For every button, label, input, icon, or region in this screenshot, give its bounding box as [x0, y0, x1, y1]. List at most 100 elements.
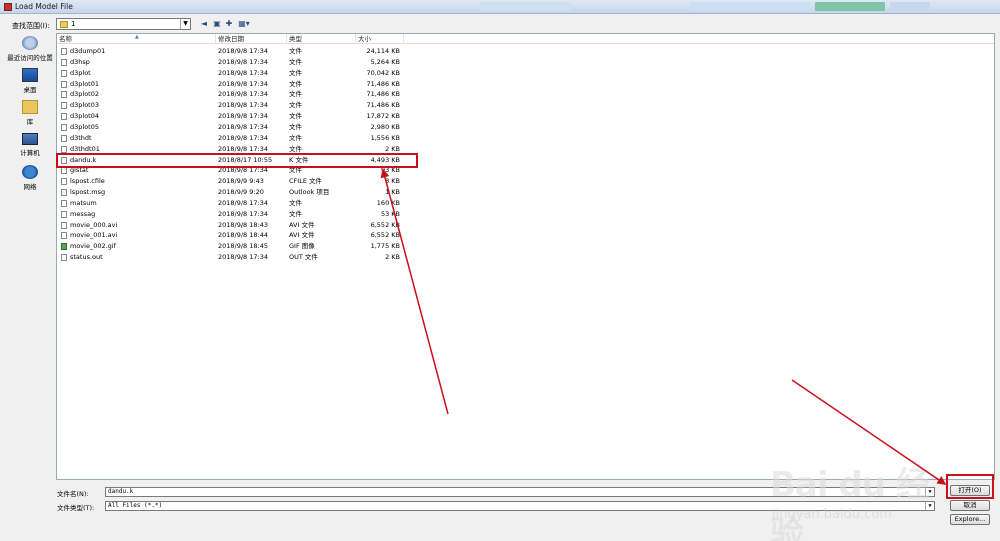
background-window-strip — [815, 2, 885, 11]
file-icon — [61, 243, 67, 251]
file-date: 2018/9/8 17:34 — [218, 57, 268, 66]
file-type: 文件 — [289, 57, 302, 66]
file-date: 2018/9/8 17:34 — [218, 90, 268, 99]
place-desktop[interactable]: 桌面 — [6, 68, 54, 94]
file-date: 2018/9/8 18:45 — [218, 242, 268, 251]
place-label: 最近访问的位置 — [7, 54, 53, 62]
file-size: 53 KB — [380, 209, 400, 218]
computer-icon — [22, 133, 38, 145]
file-row[interactable]: status.out 2018/9/8 17:34 OUT 文件 2 KB — [57, 252, 402, 263]
file-row[interactable]: d3plot01 2018/9/8 17:34 文件 71,486 KB — [57, 79, 402, 90]
file-date: 2018/9/8 17:34 — [218, 133, 268, 142]
file-size: 17,872 KB — [366, 112, 400, 121]
file-row[interactable]: d3plot02 2018/9/8 17:34 文件 71,486 KB — [57, 89, 402, 100]
load-model-file-dialog: 查找范围(I): 1 ▼ ◄ ▣ ✚ ▦▾ 最近访问的位置 桌面 库 计算机 网… — [0, 14, 1000, 541]
file-name: lspost.msg — [70, 188, 106, 197]
file-icon — [61, 102, 67, 110]
file-row[interactable]: lspost.msg 2018/9/9 9:20 Outlook 项目 1 KB — [57, 187, 402, 198]
folder-icon — [60, 21, 68, 28]
file-row[interactable]: d3plot 2018/9/8 17:34 文件 70,042 KB — [57, 68, 402, 79]
app-icon — [4, 3, 12, 11]
file-name: movie_002.gif — [70, 242, 116, 251]
place-label: 计算机 — [20, 149, 40, 157]
column-header-date[interactable]: 修改日期 — [216, 34, 287, 44]
file-icon — [61, 80, 67, 88]
file-row[interactable]: d3plot03 2018/9/8 17:34 文件 71,486 KB — [57, 100, 402, 111]
file-name: lspost.cfile — [70, 177, 105, 186]
file-row[interactable]: d3dump01 2018/9/8 17:34 文件 24,114 KB — [57, 46, 402, 57]
file-size: 1 KB — [385, 188, 400, 197]
file-row[interactable]: messag 2018/9/8 17:34 文件 53 KB — [57, 209, 402, 220]
file-type: GIF 图像 — [289, 242, 315, 251]
file-type: 文件 — [289, 209, 302, 218]
file-icon — [61, 254, 67, 262]
file-icon — [61, 167, 67, 175]
file-name: d3plot03 — [70, 101, 99, 110]
column-header-size[interactable]: 大小 — [356, 34, 404, 44]
file-date: 2018/9/8 17:34 — [218, 79, 268, 88]
file-size: 5,264 KB — [370, 57, 400, 66]
file-date: 2018/9/8 17:34 — [218, 47, 268, 55]
file-name: status.out — [70, 253, 103, 262]
file-date: 2018/9/8 17:34 — [218, 253, 268, 262]
file-type: 文件 — [289, 112, 302, 121]
file-date: 2018/9/9 9:20 — [218, 188, 264, 197]
file-name: d3plot — [70, 68, 91, 77]
file-date: 2018/9/8 18:44 — [218, 231, 268, 240]
file-row[interactable]: movie_000.avi 2018/9/8 18:43 AVI 文件 6,552 K… — [57, 220, 402, 231]
places-bar: 最近访问的位置 桌面 库 计算机 网络 — [6, 34, 56, 214]
file-row[interactable]: d3thdt 2018/9/8 17:34 文件 1,556 KB — [57, 133, 402, 144]
background-window-strip — [890, 2, 930, 11]
back-arrow-icon[interactable]: ◄ — [199, 19, 209, 29]
window-title: Load Model File — [15, 2, 73, 11]
file-row[interactable]: matsum 2018/9/8 17:34 文件 160 KB — [57, 198, 402, 209]
place-network[interactable]: 网络 — [6, 165, 54, 191]
file-row[interactable]: d3hsp 2018/9/8 17:34 文件 5,264 KB — [57, 57, 402, 68]
file-size: 6,552 KB — [370, 220, 400, 229]
file-size: 2,980 KB — [370, 122, 400, 131]
view-menu-icon[interactable]: ▦▾ — [237, 19, 251, 29]
chevron-down-icon[interactable]: ▼ — [180, 19, 190, 29]
file-date: 2018/9/8 17:34 — [218, 198, 268, 207]
file-date: 2018/9/8 18:43 — [218, 220, 268, 229]
file-size: 71,486 KB — [366, 79, 400, 88]
recent-places-icon — [22, 36, 38, 50]
file-icon — [61, 48, 67, 55]
desktop-icon — [22, 68, 38, 82]
file-icon — [61, 69, 67, 77]
file-name: d3plot01 — [70, 79, 99, 88]
file-icon — [61, 91, 67, 99]
file-date: 2018/9/8 17:34 — [218, 101, 268, 110]
file-name: movie_000.avi — [70, 220, 118, 229]
file-icon — [61, 178, 67, 186]
file-name: d3plot04 — [70, 112, 99, 121]
title-bar[interactable]: Load Model File — [0, 0, 1000, 14]
file-name: messag — [70, 209, 96, 218]
file-row[interactable]: movie_001.avi 2018/9/8 18:44 AVI 文件 6,552 K… — [57, 230, 402, 241]
up-folder-icon[interactable]: ▣ — [212, 19, 222, 29]
file-date: 2018/9/8 17:34 — [218, 209, 268, 218]
file-icon — [61, 210, 67, 218]
column-header-type[interactable]: 类型 — [287, 34, 356, 44]
filename-label: 文件名(N): — [57, 490, 89, 498]
file-size: 24,114 KB — [366, 47, 400, 55]
file-size: 3 KB — [385, 177, 400, 186]
file-name: d3hsp — [70, 57, 90, 66]
file-row[interactable]: lspost.cfile 2018/9/9 9:43 CFILE 文件 3 KB — [57, 176, 402, 187]
filename-value: dandu.k — [108, 488, 134, 495]
file-row[interactable]: d3plot05 2018/9/8 17:34 文件 2,980 KB — [57, 122, 402, 133]
place-recent[interactable]: 最近访问的位置 — [6, 36, 54, 62]
file-size: 71,486 KB — [366, 90, 400, 99]
file-date: 2018/9/8 17:34 — [218, 112, 268, 121]
file-row[interactable]: movie_002.gif 2018/9/8 18:45 GIF 图像 1,775 K… — [57, 241, 402, 252]
file-row[interactable]: d3plot04 2018/9/8 17:34 文件 17,872 KB — [57, 111, 402, 122]
file-size: 70,042 KB — [366, 68, 400, 77]
file-name: movie_001.avi — [70, 231, 118, 240]
place-computer[interactable]: 计算机 — [6, 133, 54, 157]
place-libraries[interactable]: 库 — [6, 100, 54, 126]
lookin-label: 查找范围(I): — [12, 22, 50, 30]
file-list[interactable]: 名称 ▲ 修改日期 类型 大小 d3dump01 2018/9/8 17:34 文件… — [56, 33, 995, 480]
lookin-combobox[interactable]: 1 ▼ — [56, 18, 191, 30]
new-folder-icon[interactable]: ✚ — [224, 19, 234, 29]
file-size: 160 KB — [376, 198, 400, 207]
